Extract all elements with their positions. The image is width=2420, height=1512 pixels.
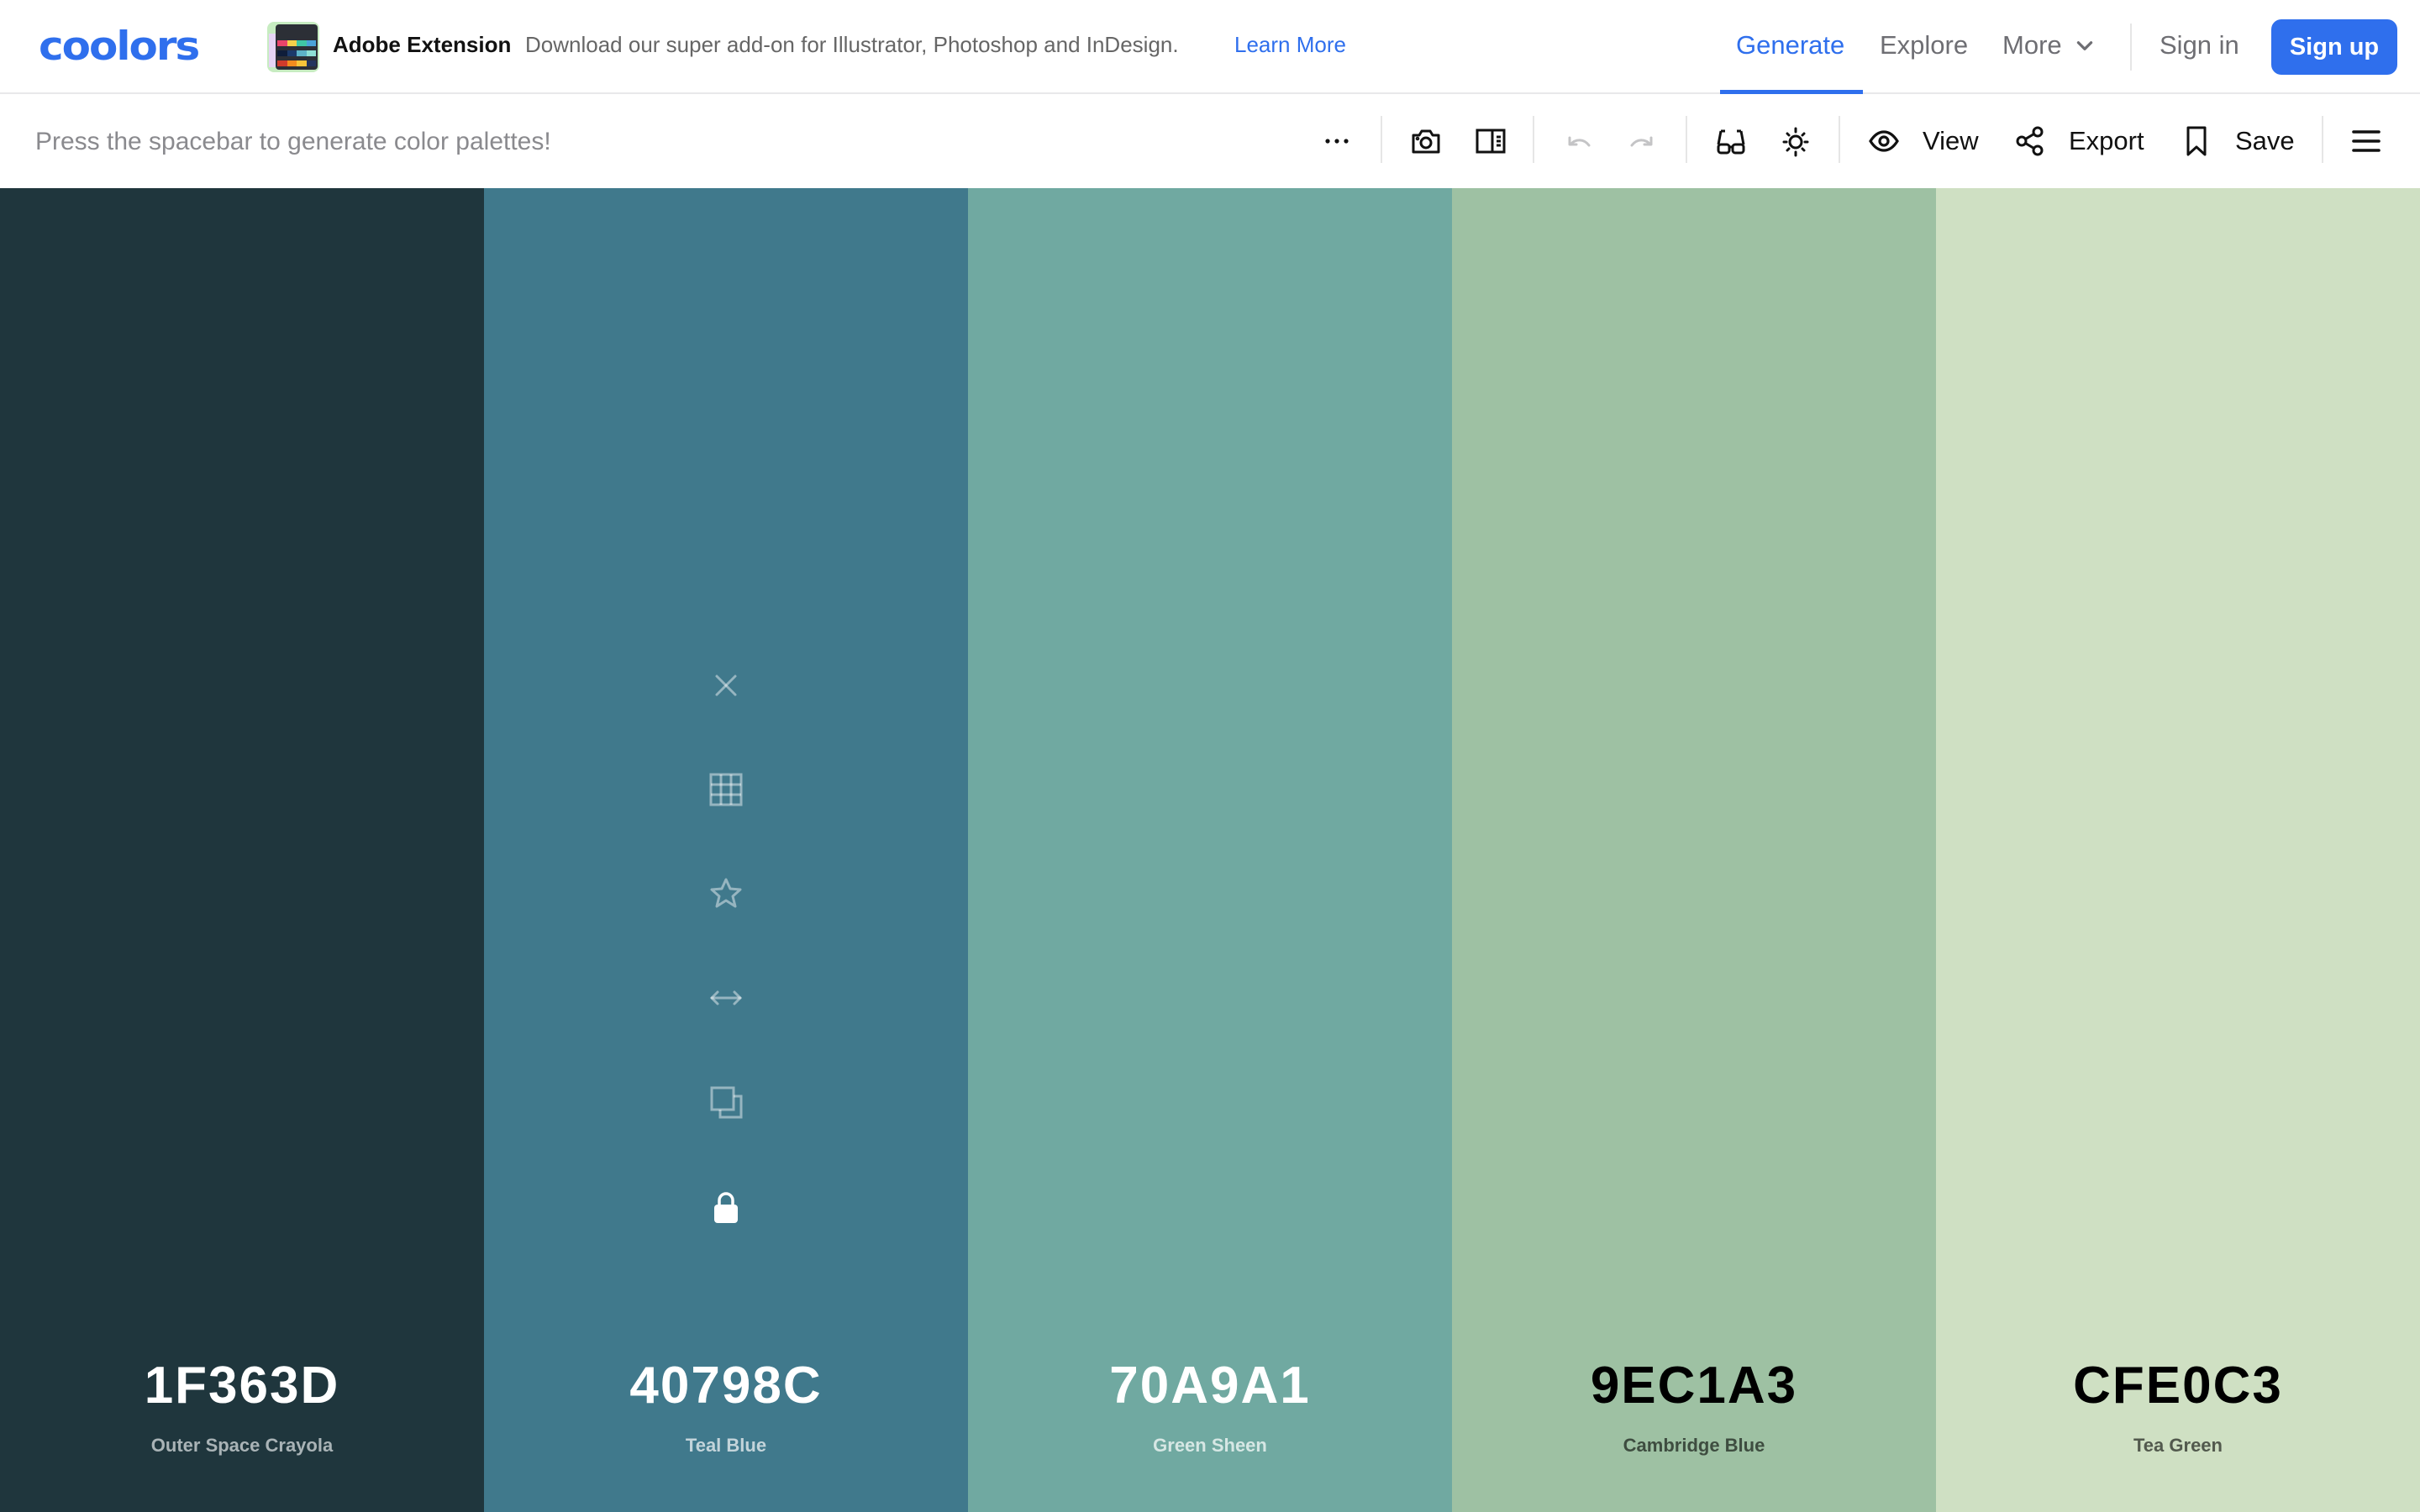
color-name: Tea Green: [2133, 1435, 2223, 1456]
top-navigation-bar: coolors Adobe Extension Download our sup…: [0, 0, 2420, 94]
sign-up-button[interactable]: Sign up: [2271, 19, 2397, 75]
brightness-icon: [1782, 127, 1809, 157]
toolbar-divider: [1381, 116, 1382, 163]
logo-text: coolors: [39, 23, 200, 70]
color-swatch[interactable]: 40798C Teal Blue: [484, 188, 968, 1512]
hex-code[interactable]: 40798C: [484, 1356, 968, 1415]
drag-move-icon: [710, 990, 742, 1005]
toggle-sidebar-button[interactable]: [1471, 122, 1510, 160]
color-name: Teal Blue: [685, 1435, 767, 1456]
remove-color-icon: [715, 675, 737, 696]
toolbar-divider: [1686, 116, 1687, 163]
chevron-down-icon: [2076, 41, 2092, 50]
share-icon: [2016, 126, 2044, 156]
lock-color-button[interactable]: [706, 1186, 746, 1226]
hamburger-menu-icon: [2352, 130, 2381, 152]
color-palette: 1F363D Outer Space Crayola 40798C Teal B…: [0, 188, 2420, 1512]
export-label: Export: [2069, 126, 2144, 155]
copy-hex-button[interactable]: [706, 1082, 746, 1122]
save-button[interactable]: Save: [2180, 118, 2295, 165]
color-name: Outer Space Crayola: [150, 1435, 334, 1456]
coolors-logo[interactable]: coolors: [39, 23, 200, 70]
lock-icon: [714, 1192, 738, 1223]
sign-in-link[interactable]: Sign in: [2160, 30, 2239, 60]
sidebar-panel-icon: [1476, 129, 1506, 154]
toolbar-divider: [2322, 116, 2323, 163]
color-swatch[interactable]: 70A9A1 Green Sheen: [968, 188, 1452, 1512]
copy-icon: [710, 1086, 743, 1119]
hex-code[interactable]: CFE0C3: [1936, 1356, 2420, 1415]
nav-more-label: More: [2002, 30, 2062, 60]
color-name: Green Sheen: [1153, 1435, 1267, 1456]
nav-more-dropdown[interactable]: More: [2002, 30, 2096, 60]
undo-icon: [1568, 136, 1591, 147]
bookmark-icon: [2186, 126, 2207, 156]
adobe-extension-thumbnail: [267, 22, 319, 72]
save-label: Save: [2235, 126, 2295, 155]
color-swatch[interactable]: 9EC1A3 Cambridge Blue: [1452, 188, 1936, 1512]
generator-toolbar: Press the spacebar to generate color pal…: [0, 96, 2420, 188]
learn-more-link[interactable]: Learn More: [1234, 32, 1346, 58]
nav-explore[interactable]: Explore: [1880, 30, 1968, 60]
toolbar-divider: [1839, 116, 1840, 163]
redo-button[interactable]: [1623, 122, 1662, 160]
spacebar-hint: Press the spacebar to generate color pal…: [35, 128, 551, 155]
redo-icon: [1630, 136, 1653, 147]
color-blindness-button[interactable]: [1712, 122, 1750, 160]
nav-divider: [2130, 24, 2132, 71]
main-menu-button[interactable]: [2347, 122, 2386, 160]
promo-title: Adobe Extension: [333, 32, 512, 57]
promo-description: Download our super add-on for Illustrato…: [525, 32, 1179, 57]
view-button[interactable]: View: [1867, 118, 1979, 165]
pick-from-photo-button[interactable]: [1407, 122, 1445, 160]
more-options-button[interactable]: [1318, 122, 1356, 160]
nav-generate[interactable]: Generate: [1736, 30, 1844, 60]
adjust-palette-button[interactable]: [1776, 122, 1815, 160]
glasses-icon: [1717, 129, 1745, 155]
camera-icon: [1412, 129, 1440, 154]
toolbar-divider: [1533, 116, 1534, 163]
eye-icon: [1869, 130, 1899, 152]
view-shades-button[interactable]: [706, 769, 746, 810]
view-shades-icon: [709, 773, 743, 806]
remove-color-button[interactable]: [706, 665, 746, 706]
hex-code[interactable]: 1F363D: [0, 1356, 484, 1415]
more-options-icon: [1325, 139, 1349, 144]
hex-code[interactable]: 9EC1A3: [1452, 1356, 1936, 1415]
view-label: View: [1923, 126, 1979, 155]
color-name: Cambridge Blue: [1623, 1435, 1765, 1456]
color-swatch[interactable]: 1F363D Outer Space Crayola: [0, 188, 484, 1512]
favorite-star-icon: [710, 878, 742, 908]
undo-button[interactable]: [1559, 122, 1597, 160]
drag-handle[interactable]: [706, 978, 746, 1018]
export-button[interactable]: Export: [2013, 118, 2144, 165]
hex-code[interactable]: 70A9A1: [968, 1356, 1452, 1415]
active-tab-indicator: [1720, 90, 1863, 94]
color-swatch[interactable]: CFE0C3 Tea Green: [1936, 188, 2420, 1512]
favorite-button[interactable]: [706, 874, 746, 914]
